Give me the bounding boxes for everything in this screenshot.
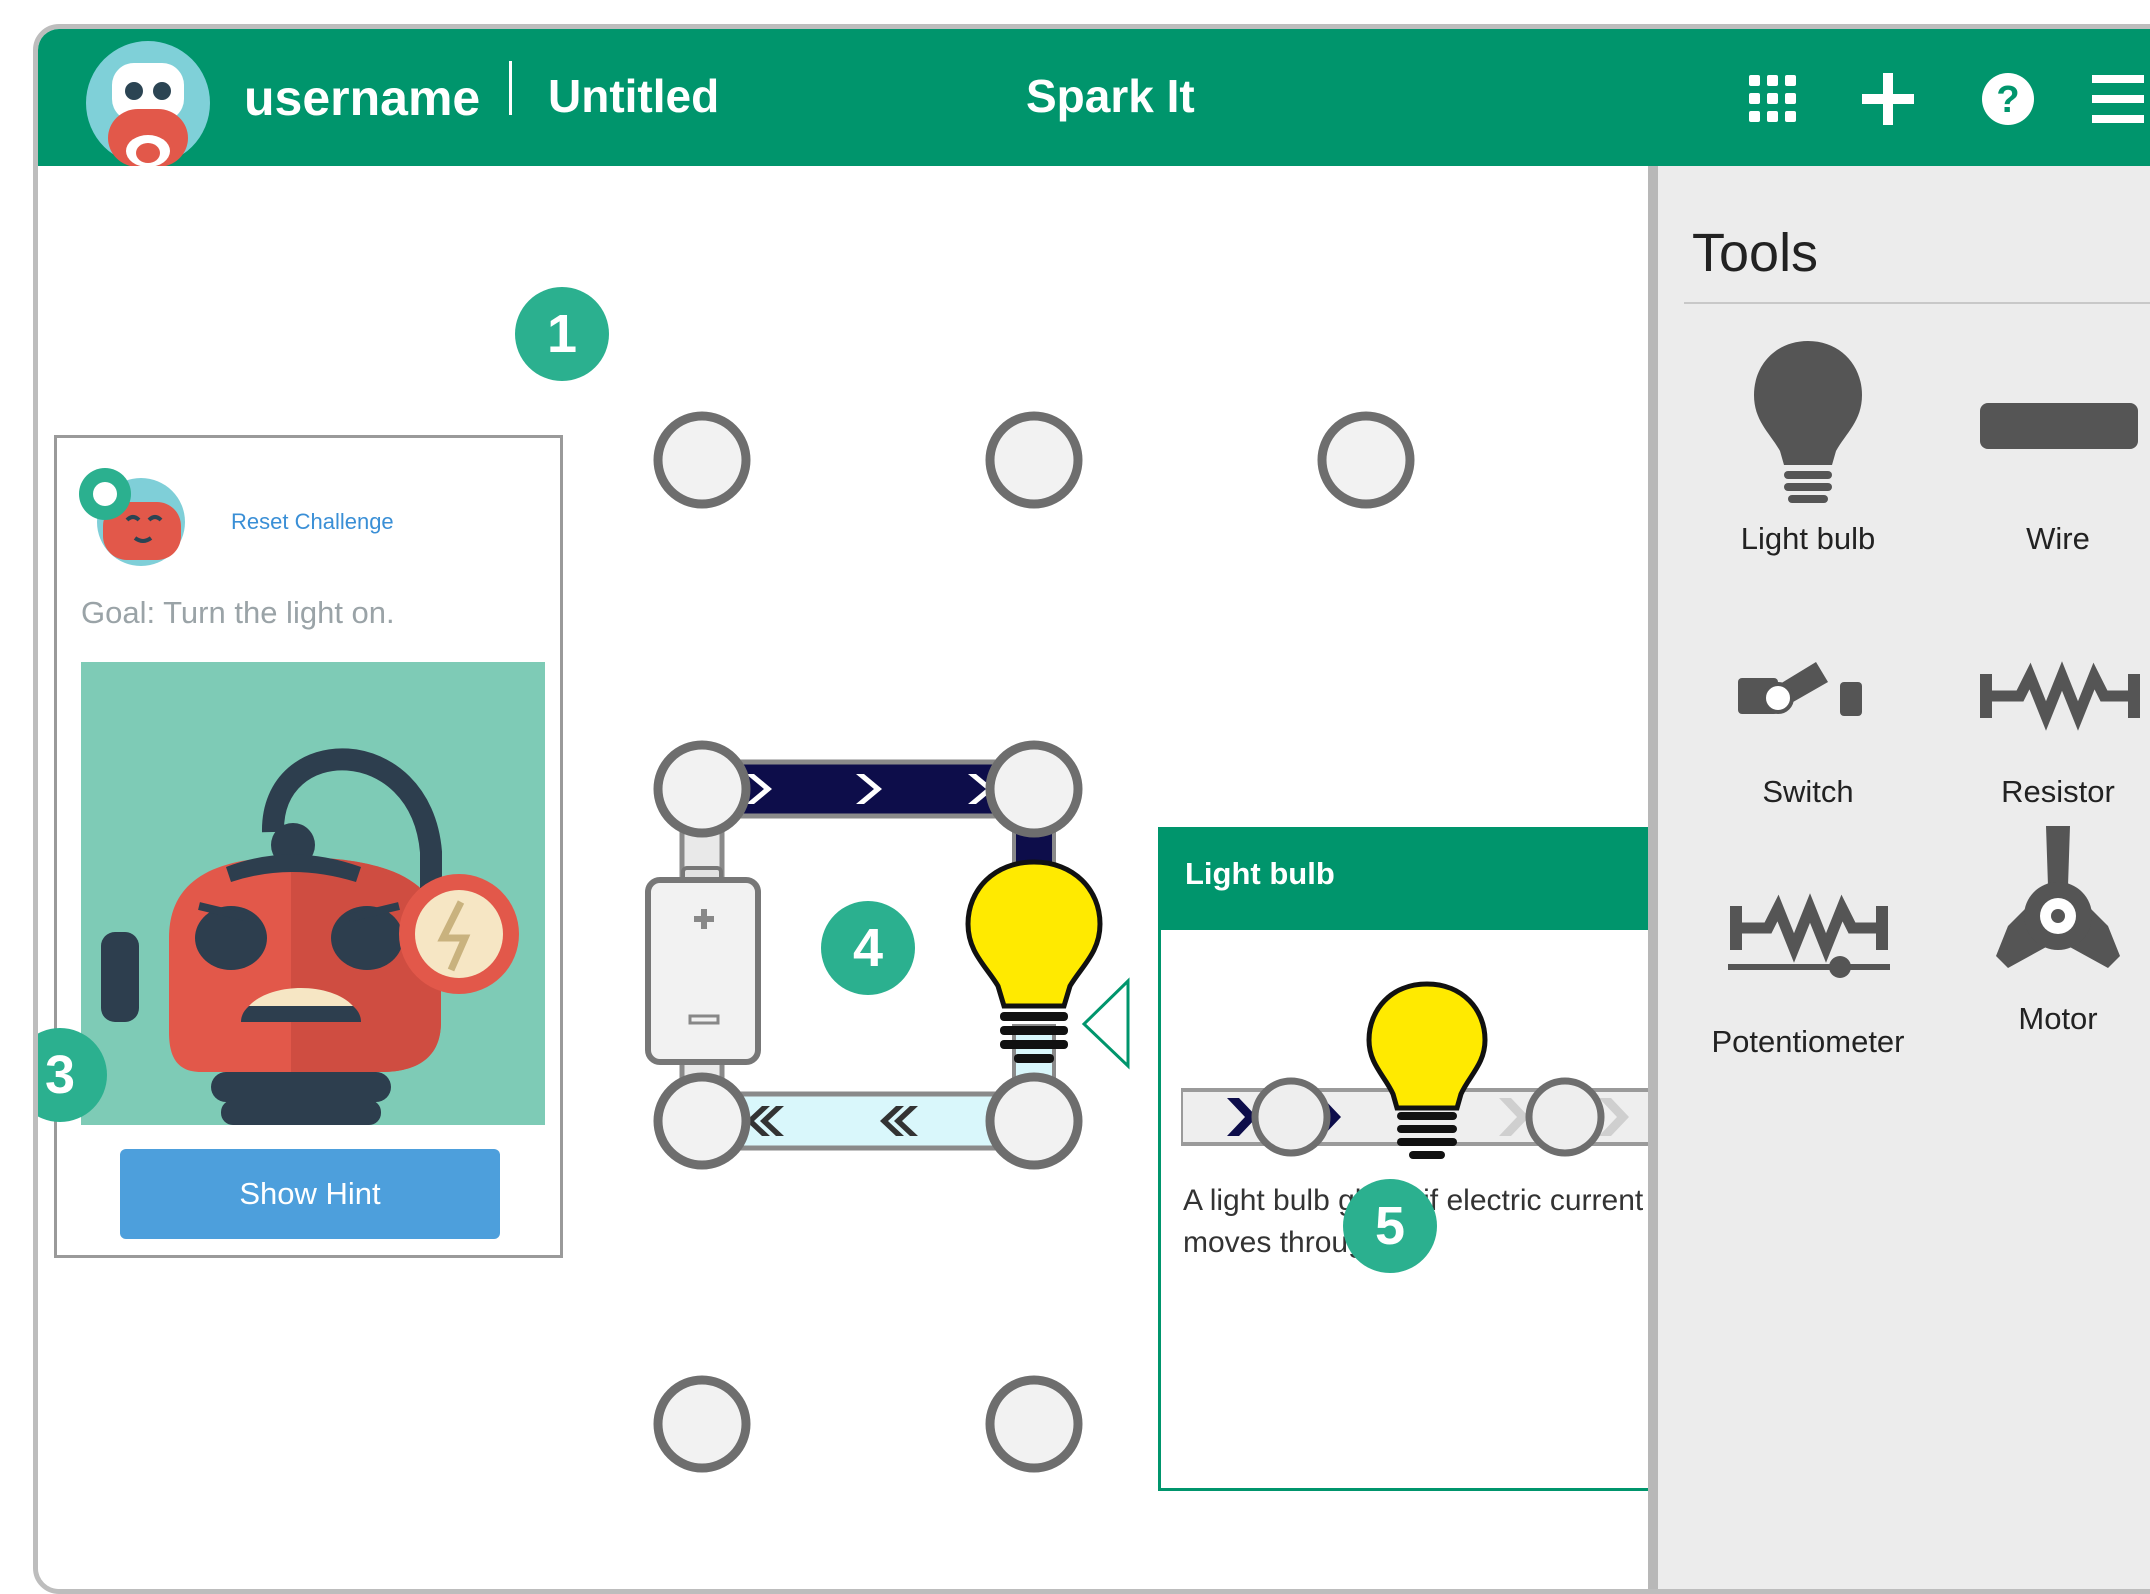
tool-label: Switch xyxy=(1762,774,1854,809)
app-title: Spark It xyxy=(1026,70,1195,122)
wire-icon xyxy=(1980,403,2138,449)
grid-pin xyxy=(1317,411,1415,509)
grid-pin xyxy=(985,1375,1083,1473)
tool-label: Light bulb xyxy=(1740,521,1876,556)
document-title[interactable]: Untitled xyxy=(548,69,719,123)
light-bulb-icon xyxy=(1754,341,1862,503)
user-avatar[interactable] xyxy=(84,39,212,167)
grid-pin xyxy=(985,411,1083,509)
svg-text:?: ? xyxy=(1996,79,2019,121)
circuit-node xyxy=(985,1072,1083,1170)
grid-pin xyxy=(653,1375,751,1473)
tool-potentiometer[interactable]: Potentiometer xyxy=(1688,856,1928,1086)
light-bulb-preview xyxy=(1181,981,1681,1159)
popup-title: Light bulb xyxy=(1185,856,1335,891)
header-divider xyxy=(509,61,512,115)
callout-badge-1: 1 xyxy=(515,287,609,381)
header-bar: username Untitled Spark It ? xyxy=(38,29,2150,167)
apps-grid-icon[interactable] xyxy=(1743,69,1803,129)
tool-light-bulb[interactable]: Light bulb xyxy=(1708,331,1908,571)
circuit-node xyxy=(653,740,751,838)
popup-description: A light bulb glows if electric current m… xyxy=(1183,1184,1644,1259)
sad-robot-illustration xyxy=(81,662,545,1125)
callout-badge-5: 5 xyxy=(1343,1179,1437,1273)
circuit-canvas[interactable]: Reset Challenge Goal: Turn the light on. xyxy=(38,166,1708,1589)
reset-challenge-link[interactable]: Reset Challenge xyxy=(231,509,394,535)
motor-icon xyxy=(1996,826,2120,968)
circuit-node xyxy=(985,740,1083,838)
tool-switch[interactable]: Switch xyxy=(1708,606,1908,836)
tools-divider xyxy=(1684,302,2150,304)
component-info-popup: Light bulb X A light bulb glows if elect… xyxy=(1158,827,1708,1491)
callout-badge-4: 4 xyxy=(821,901,915,995)
username-label[interactable]: username xyxy=(244,69,480,127)
tool-wire[interactable]: Wire xyxy=(1958,331,2150,571)
help-icon[interactable]: ? xyxy=(1978,69,2038,129)
switch-icon xyxy=(1738,662,1862,716)
tool-label: Potentiometer xyxy=(1711,1024,1905,1059)
grid-pin xyxy=(653,411,751,509)
plus-icon[interactable] xyxy=(1858,69,1918,129)
resistor-icon xyxy=(1980,661,2140,731)
tool-motor[interactable]: Motor xyxy=(1958,816,2150,1066)
light-bulb-component[interactable] xyxy=(965,859,1103,1063)
tool-resistor[interactable]: Resistor xyxy=(1958,606,2150,836)
bottom-wire[interactable] xyxy=(699,1091,1037,1151)
challenge-goal: Goal: Turn the light on. xyxy=(81,595,395,630)
challenge-robot-avatar xyxy=(79,468,185,566)
battery-component[interactable] xyxy=(645,866,761,1065)
menu-icon[interactable] xyxy=(2088,69,2148,129)
show-hint-button[interactable]: Show Hint xyxy=(120,1149,500,1239)
app-window: username Untitled Spark It ? Reset Chall… xyxy=(33,24,2150,1594)
tool-label: Wire xyxy=(2026,521,2090,556)
tools-panel: Tools Light bulb Wire Switch Resistor Po… xyxy=(1648,166,2150,1589)
challenge-card: Reset Challenge Goal: Turn the light on. xyxy=(54,435,563,1258)
tool-label: Motor xyxy=(2018,1001,2098,1036)
circuit-node xyxy=(653,1072,751,1170)
top-wire[interactable] xyxy=(699,759,1037,819)
popup-header: Light bulb X xyxy=(1161,830,1705,930)
tools-title: Tools xyxy=(1692,223,1819,283)
tool-label: Resistor xyxy=(2001,774,2115,809)
popup-pointer xyxy=(1081,977,1130,1070)
potentiometer-icon xyxy=(1728,893,1890,978)
